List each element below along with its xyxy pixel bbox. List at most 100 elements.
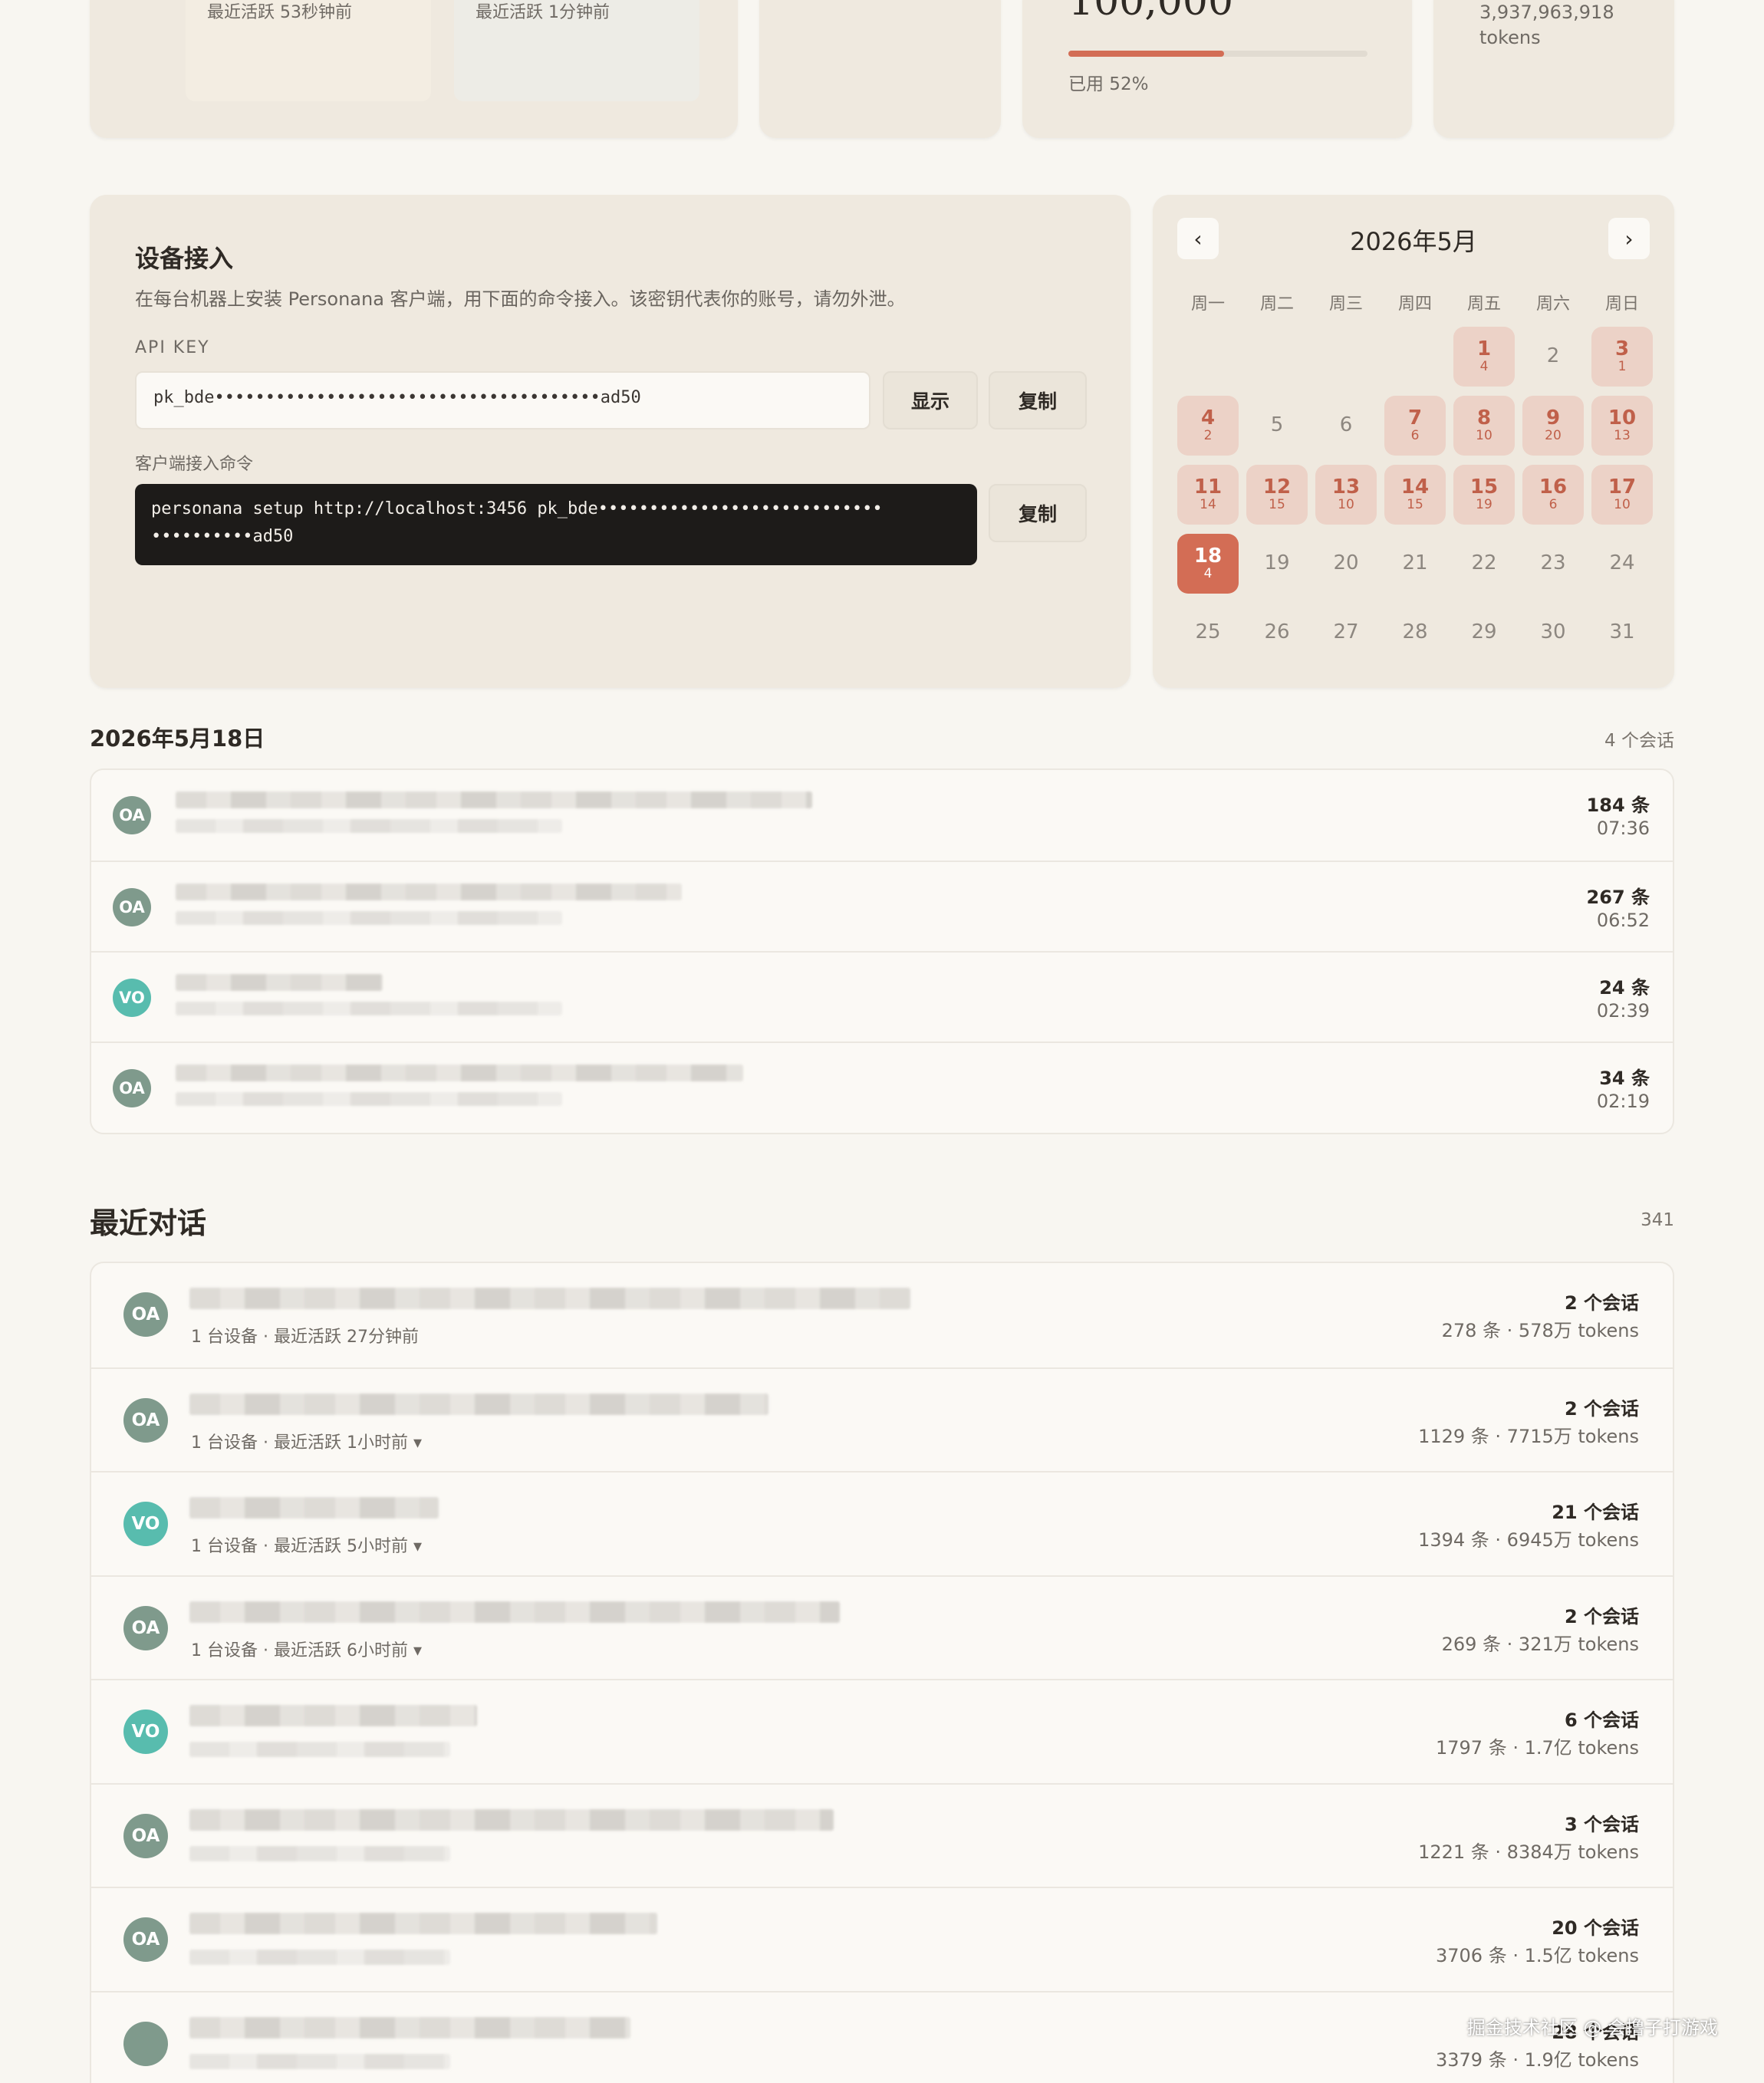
calendar-day-3[interactable]: 31 bbox=[1591, 327, 1653, 387]
chevron-right-icon: › bbox=[1624, 226, 1633, 252]
avatar: VO bbox=[113, 979, 151, 1017]
redacted-text bbox=[176, 974, 383, 991]
session-message-count: 24 条 bbox=[1599, 972, 1650, 999]
calendar-day-session-count: 1 bbox=[1618, 360, 1627, 374]
calendar-title: 2026年5月 bbox=[1153, 222, 1674, 258]
calendar-day-session-count: 4 bbox=[1204, 568, 1213, 581]
session-time: 06:52 bbox=[1597, 910, 1650, 931]
redacted-text bbox=[189, 1846, 450, 1861]
calendar-day-25[interactable]: 25 bbox=[1177, 603, 1239, 663]
avatar: OA bbox=[123, 1606, 168, 1650]
api-key-field[interactable]: pk_bde••••••••••••••••••••••••••••••••••… bbox=[135, 371, 870, 429]
copy-key-button[interactable]: 复制 bbox=[989, 371, 1087, 429]
calendar-day-28[interactable]: 28 bbox=[1384, 603, 1446, 663]
conversation-row[interactable]: OA1 台设备 · 最近活跃 1小时前 ▾2 个会话1129 条 · 7715万… bbox=[91, 1367, 1673, 1473]
conversation-row[interactable]: VO1 台设备 · 最近活跃 5小时前 ▾21 个会话1394 条 · 6945… bbox=[91, 1471, 1673, 1576]
conversation-session-count: 2 个会话 bbox=[1565, 1394, 1639, 1420]
device-access-description: 在每台机器上安装 Personana 客户端，用下面的命令接入。该密钥代表你的账… bbox=[135, 284, 906, 311]
redacted-text bbox=[176, 791, 812, 808]
calendar-day-22[interactable]: 22 bbox=[1453, 534, 1515, 594]
calendar-day-13[interactable]: 1310 bbox=[1315, 465, 1377, 525]
redacted-text bbox=[176, 1002, 562, 1015]
calendar-day-number: 17 bbox=[1608, 477, 1636, 498]
calendar-day-20[interactable]: 20 bbox=[1315, 534, 1377, 594]
calendar-day-4[interactable]: 42 bbox=[1177, 396, 1239, 456]
calendar-day-6[interactable]: 6 bbox=[1315, 396, 1377, 456]
show-key-button[interactable]: 显示 bbox=[883, 371, 978, 429]
copy-command-button[interactable]: 复制 bbox=[989, 484, 1087, 542]
session-row[interactable]: OA267 条06:52 bbox=[91, 861, 1673, 953]
command-box[interactable]: personana setup http://localhost:3456 pk… bbox=[135, 484, 977, 565]
calendar-day-number: 4 bbox=[1201, 408, 1215, 429]
calendar-day-26[interactable]: 26 bbox=[1246, 603, 1308, 663]
calendar-day-9[interactable]: 920 bbox=[1522, 396, 1584, 456]
conversation-row[interactable]: VO6 个会话1797 条 · 1.7亿 tokens bbox=[91, 1679, 1673, 1784]
calendar-day-number: 19 bbox=[1264, 553, 1289, 574]
tokens-unit: tokens bbox=[1479, 27, 1541, 48]
calendar-day-7[interactable]: 76 bbox=[1384, 396, 1446, 456]
conversation-stats: 269 条 · 321万 tokens bbox=[1442, 1629, 1639, 1656]
calendar-day-number: 28 bbox=[1402, 622, 1427, 643]
session-row[interactable]: OA184 条07:36 bbox=[91, 770, 1673, 861]
calendar-day-number: 29 bbox=[1471, 622, 1496, 643]
calendar-day-31[interactable]: 31 bbox=[1591, 603, 1653, 663]
calendar-day-11[interactable]: 1114 bbox=[1177, 465, 1239, 525]
conversation-row[interactable]: 28 个会话3379 条 · 1.9亿 tokens bbox=[91, 1991, 1673, 2083]
session-message-count: 34 条 bbox=[1599, 1063, 1650, 1090]
calendar-day-18[interactable]: 184 bbox=[1177, 534, 1239, 594]
calendar-day-19[interactable]: 19 bbox=[1246, 534, 1308, 594]
redacted-text bbox=[189, 1288, 910, 1309]
redacted-text bbox=[189, 1950, 450, 1965]
conversation-row[interactable]: OA1 台设备 · 最近活跃 27分钟前2 个会话278 条 · 578万 to… bbox=[91, 1263, 1673, 1367]
conversation-row[interactable]: OA20 个会话3706 条 · 1.5亿 tokens bbox=[91, 1887, 1673, 1992]
quota-bar bbox=[1068, 51, 1367, 57]
session-time: 02:19 bbox=[1597, 1091, 1650, 1112]
calendar-day-2[interactable]: 2 bbox=[1522, 327, 1584, 387]
calendar-day-24[interactable]: 24 bbox=[1591, 534, 1653, 594]
calendar-day-10[interactable]: 1013 bbox=[1591, 396, 1653, 456]
conversation-row[interactable]: OA1 台设备 · 最近活跃 6小时前 ▾2 个会话269 条 · 321万 t… bbox=[91, 1575, 1673, 1680]
device-card-a[interactable]: 最近活跃 53秒钟前 bbox=[186, 0, 431, 101]
device-card-b[interactable]: 最近活跃 1分钟前 bbox=[454, 0, 699, 101]
calendar-day-30[interactable]: 30 bbox=[1522, 603, 1584, 663]
avatar: OA bbox=[123, 1917, 168, 1962]
calendar-day-12[interactable]: 1215 bbox=[1246, 465, 1308, 525]
calendar-day-number: 13 bbox=[1332, 477, 1360, 498]
session-row[interactable]: OA34 条02:19 bbox=[91, 1042, 1673, 1134]
weekday-label: 周一 bbox=[1177, 290, 1239, 314]
calendar-day-number: 12 bbox=[1263, 477, 1291, 498]
calendar-day-21[interactable]: 21 bbox=[1384, 534, 1446, 594]
calendar-day-number: 20 bbox=[1333, 553, 1358, 574]
watermark: 掘金技术社区 @ 会撸子打游戏 bbox=[1467, 2012, 1718, 2039]
calendar-day-number: 3 bbox=[1615, 339, 1629, 360]
calendar-day-23[interactable]: 23 bbox=[1522, 534, 1584, 594]
session-row[interactable]: VO24 条02:39 bbox=[91, 951, 1673, 1043]
calendar-day-1[interactable]: 14 bbox=[1453, 327, 1515, 387]
quota-bar-fill bbox=[1068, 51, 1224, 57]
calendar-day-number: 27 bbox=[1333, 622, 1358, 643]
avatar: OA bbox=[123, 1398, 168, 1443]
conversation-session-count: 6 个会话 bbox=[1565, 1705, 1639, 1732]
calendar-day-29[interactable]: 29 bbox=[1453, 603, 1515, 663]
devices-card: 最近活跃 53秒钟前 最近活跃 1分钟前 bbox=[90, 0, 738, 138]
calendar-day-15[interactable]: 1519 bbox=[1453, 465, 1515, 525]
calendar-day-8[interactable]: 810 bbox=[1453, 396, 1515, 456]
conversation-row[interactable]: OA3 个会话1221 条 · 8384万 tokens bbox=[91, 1783, 1673, 1888]
calendar-day-17[interactable]: 1710 bbox=[1591, 465, 1653, 525]
calendar-day-number: 14 bbox=[1401, 477, 1429, 498]
conversation-stats: 1797 条 · 1.7亿 tokens bbox=[1436, 1733, 1639, 1759]
calendar-day-16[interactable]: 166 bbox=[1522, 465, 1584, 525]
calendar-day-5[interactable]: 5 bbox=[1246, 396, 1308, 456]
calendar-day-number: 10 bbox=[1608, 408, 1636, 429]
calendar-day-27[interactable]: 27 bbox=[1315, 603, 1377, 663]
conversation-session-count: 2 个会话 bbox=[1565, 1601, 1639, 1628]
conversation-session-count: 21 个会话 bbox=[1552, 1497, 1639, 1524]
calendar-day-session-count: 20 bbox=[1545, 429, 1562, 443]
redacted-text bbox=[176, 884, 682, 900]
calendar-day-session-count: 14 bbox=[1200, 499, 1216, 512]
calendar-day-14[interactable]: 1415 bbox=[1384, 465, 1446, 525]
conversation-stats: 3706 条 · 1.5亿 tokens bbox=[1436, 1940, 1639, 1967]
calendar-next-button[interactable]: › bbox=[1608, 218, 1650, 259]
command-line-1: personana setup http://localhost:3456 pk… bbox=[151, 499, 883, 518]
quota-used-label: 已用 52% bbox=[1068, 69, 1148, 95]
